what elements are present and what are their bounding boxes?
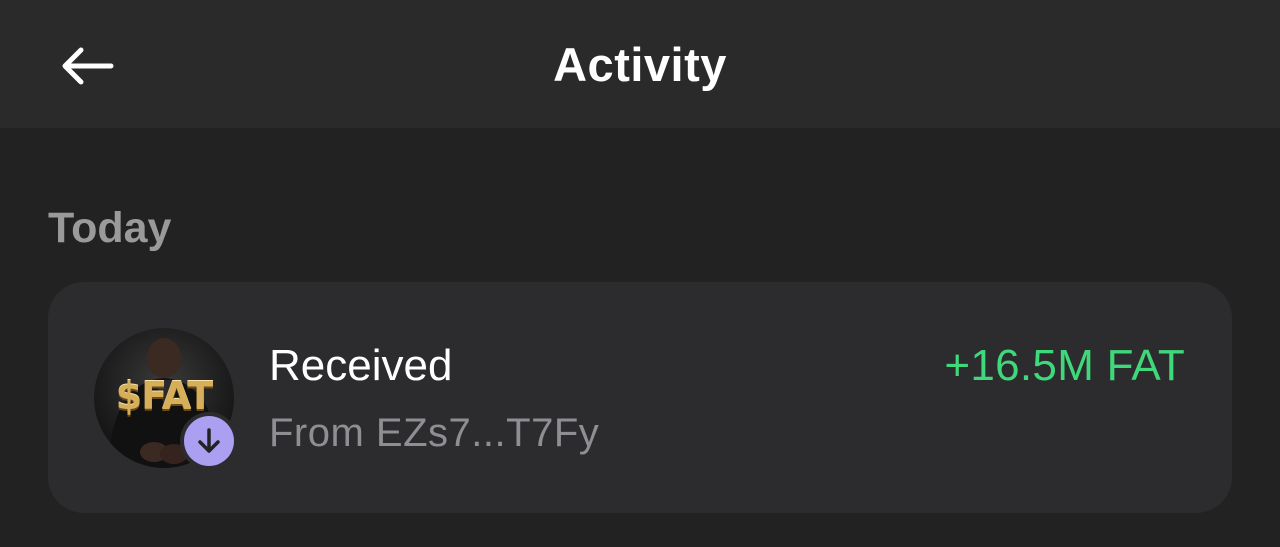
top-bar: Activity [0, 0, 1280, 128]
activity-item[interactable]: $FAT Received From EZs7...T7Fy +16.5M FA… [48, 282, 1232, 513]
section-header-today: Today [48, 204, 172, 252]
activity-list: Today $FAT Received From EZs7...T7Fy +16… [0, 128, 1280, 547]
received-badge [180, 412, 238, 470]
transaction-amount: +16.5M FAT [944, 341, 1185, 390]
page-title: Activity [553, 38, 727, 91]
transaction-type: Received [269, 341, 453, 390]
transaction-sender: From EZs7...T7Fy [269, 411, 600, 455]
arrow-down-icon [198, 428, 220, 453]
